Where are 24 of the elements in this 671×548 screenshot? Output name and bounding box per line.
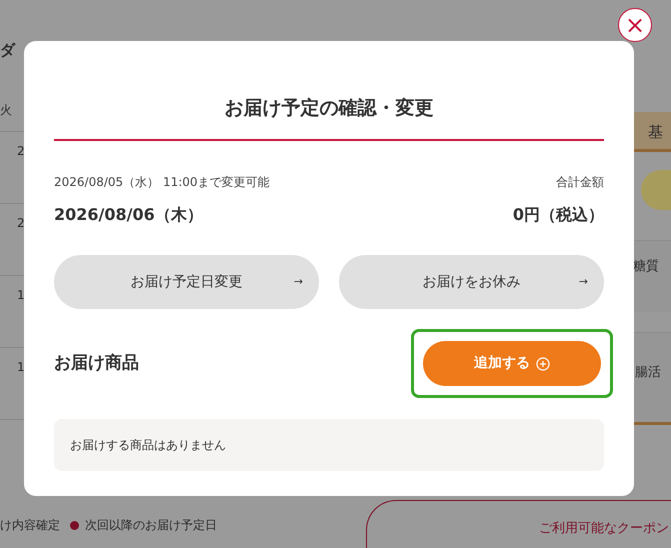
change-deadline: 2026/08/05（水） 11:00まで変更可能 <box>54 174 270 191</box>
total-amount: 0円（税込） <box>512 204 604 226</box>
product-name: 糖質 <box>633 259 659 274</box>
weekday-label: 火 <box>0 102 12 118</box>
section-heading: ダ <box>0 40 15 60</box>
empty-message: お届けする商品はありません <box>70 437 226 454</box>
tab-label[interactable]: 基 <box>648 123 663 141</box>
calendar-date: 2 <box>17 144 25 158</box>
product-name: 腸活 <box>635 365 661 380</box>
dialog-title: お届け予定の確認・変更 <box>224 96 434 121</box>
action-button[interactable]: お届け予定日変更 → <box>54 255 319 309</box>
plus-circle-icon <box>536 356 550 370</box>
section-title: お届け商品 <box>54 352 139 375</box>
close-button[interactable]: × <box>618 8 652 42</box>
calendar-date: 1 <box>17 288 25 302</box>
calendar-date: 1 <box>17 360 25 374</box>
total-label: 合計金額 <box>556 174 604 191</box>
action-button[interactable]: お届けをお休み → <box>339 255 604 309</box>
pill-button[interactable] <box>641 170 671 210</box>
coupon-link[interactable]: ご利用可能なクーポン <box>539 521 669 548</box>
legend-text: け内容確定 <box>0 517 60 533</box>
calendar-date: 2 <box>17 216 25 230</box>
delivery-date: 2026/08/06（木） <box>54 204 203 226</box>
legend-text: 次回以降のお届け予定日 <box>85 517 217 533</box>
